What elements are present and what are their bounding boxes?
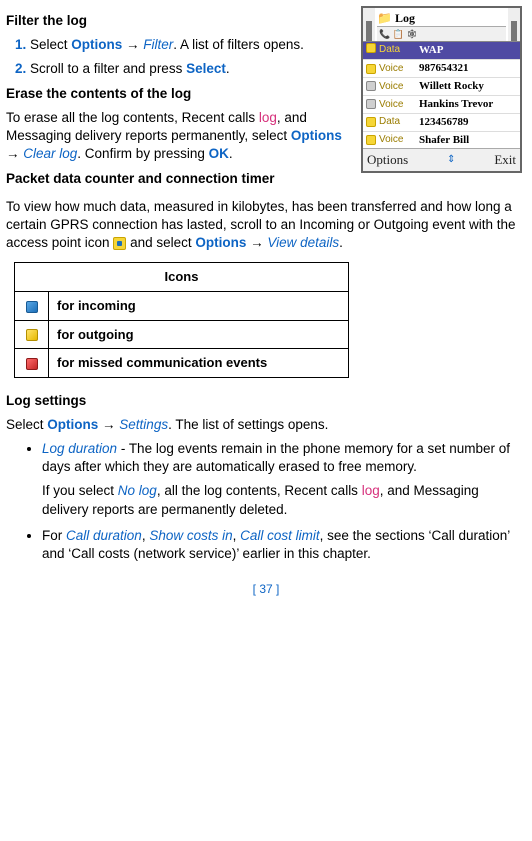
row-label: Voice [379, 62, 419, 76]
softkey-left: Options [367, 151, 408, 169]
battery-icon [508, 8, 520, 41]
log-term: log [259, 110, 277, 125]
t: . The list of settings opens. [168, 417, 328, 432]
bullet1-continuation: If you select No log, all the log conten… [42, 482, 526, 518]
options-term: Options [195, 235, 246, 250]
phone-selected-row: Data WAP [363, 42, 520, 59]
missed-icon [26, 358, 38, 370]
step2-text-a: Scroll to a filter and press [30, 61, 186, 76]
select-term: Select [186, 61, 226, 76]
row-value: 987654321 [419, 61, 469, 76]
t: , [233, 528, 241, 543]
erase-paragraph: To erase all the log contents, Recent ca… [6, 109, 353, 164]
t: To erase all the log contents, Recent ca… [6, 110, 259, 125]
row-value: Willett Rocky [419, 79, 484, 94]
icons-row-label: for outgoing [49, 320, 349, 349]
step-2: Scroll to a filter and press Select. [30, 60, 353, 78]
heading-filter: Filter the log [6, 12, 353, 30]
settings-term: Settings [119, 417, 168, 432]
softkey-right: Exit [494, 151, 516, 169]
phone-row: VoiceWillett Rocky [363, 77, 520, 95]
settings-bullets: Log duration - The log events remain in … [6, 440, 526, 563]
page-number: [ 37 ] [6, 581, 526, 597]
icons-table-header: Icons [15, 263, 349, 292]
view-details-term: View details [267, 235, 339, 250]
phone-row: VoiceShafer Bill [363, 131, 520, 149]
row-icon [366, 135, 376, 145]
phone-title: Log [395, 11, 415, 25]
t: . [229, 146, 233, 161]
heading-erase: Erase the contents of the log [6, 85, 353, 103]
bullet-call-settings: For Call duration, Show costs in, Call c… [42, 527, 526, 563]
phone-row: VoiceHankins Trevor [363, 95, 520, 113]
heading-packet: Packet data counter and connection timer [6, 170, 353, 188]
phone-row: Voice987654321 [363, 59, 520, 77]
outgoing-icon [26, 329, 38, 341]
clear-log-term: Clear log [23, 146, 77, 161]
icons-row-label: for missed communication events [49, 349, 349, 378]
table-row: for incoming [15, 291, 349, 320]
incoming-icon [26, 301, 38, 313]
options-term: Options [71, 37, 122, 52]
arrow: → [6, 146, 23, 161]
signal-icon [363, 8, 375, 41]
row-label: Data [379, 43, 419, 58]
log-settings-intro: Select Options → Settings. The list of s… [6, 416, 526, 434]
row-icon [366, 64, 376, 74]
row-label: Data [379, 115, 419, 129]
row-value: Shafer Bill [419, 133, 469, 148]
packet-paragraph: To view how much data, measured in kilob… [6, 198, 526, 253]
t: . [339, 235, 343, 250]
row-label: Voice [379, 98, 419, 112]
ok-term: OK [209, 146, 229, 161]
heading-log-settings: Log settings [6, 392, 526, 410]
row-label: Voice [379, 80, 419, 94]
options-term: Options [291, 128, 342, 143]
row-value: Hankins Trevor [419, 97, 493, 112]
row-icon [366, 117, 376, 127]
step-1: Select Options → Filter. A list of filte… [30, 36, 353, 54]
icons-row-label: for incoming [49, 291, 349, 320]
phone-statusbar: 📞 📋 🕸 [377, 26, 506, 41]
log-duration-term: Log duration [42, 441, 117, 456]
data-icon [366, 43, 376, 53]
call-cost-limit-term: Call cost limit [240, 528, 320, 543]
step2-text-b: . [226, 61, 230, 76]
t: Select [6, 417, 47, 432]
row-value: WAP [419, 43, 443, 58]
t: For [42, 528, 66, 543]
arrow: → [246, 235, 267, 250]
row-icon [366, 81, 376, 91]
row-label: Voice [379, 133, 419, 147]
softkey-scroll-icon: ⇕ [447, 153, 455, 167]
access-point-icon [113, 237, 126, 250]
row-value: 123456789 [419, 115, 469, 130]
phone-row: Data123456789 [363, 113, 520, 131]
t: and select [126, 235, 195, 250]
table-row: for outgoing [15, 320, 349, 349]
log-term: log [362, 483, 380, 498]
call-duration-term: Call duration [66, 528, 142, 543]
no-log-term: No log [118, 483, 157, 498]
step1-text-a: Select [30, 37, 71, 52]
row-icon [366, 99, 376, 109]
bullet-log-duration: Log duration - The log events remain in … [42, 440, 526, 519]
table-row: for missed communication events [15, 349, 349, 378]
show-costs-term: Show costs in [149, 528, 232, 543]
phone-screenshot: 📁 Log 📞 📋 🕸 Data WAP Voice987654321Voice… [361, 6, 522, 173]
t: . Confirm by pressing [77, 146, 208, 161]
t: , all the log contents, Recent calls [157, 483, 362, 498]
icons-table: Icons for incoming for outgoing for miss… [14, 262, 349, 377]
t: If you select [42, 483, 118, 498]
arrow: → [122, 37, 143, 52]
options-term: Options [47, 417, 98, 432]
filter-term: Filter [143, 37, 173, 52]
arrow: → [98, 417, 119, 432]
steps-list: Select Options → Filter. A list of filte… [6, 36, 353, 78]
step1-text-b: . A list of filters opens. [173, 37, 304, 52]
